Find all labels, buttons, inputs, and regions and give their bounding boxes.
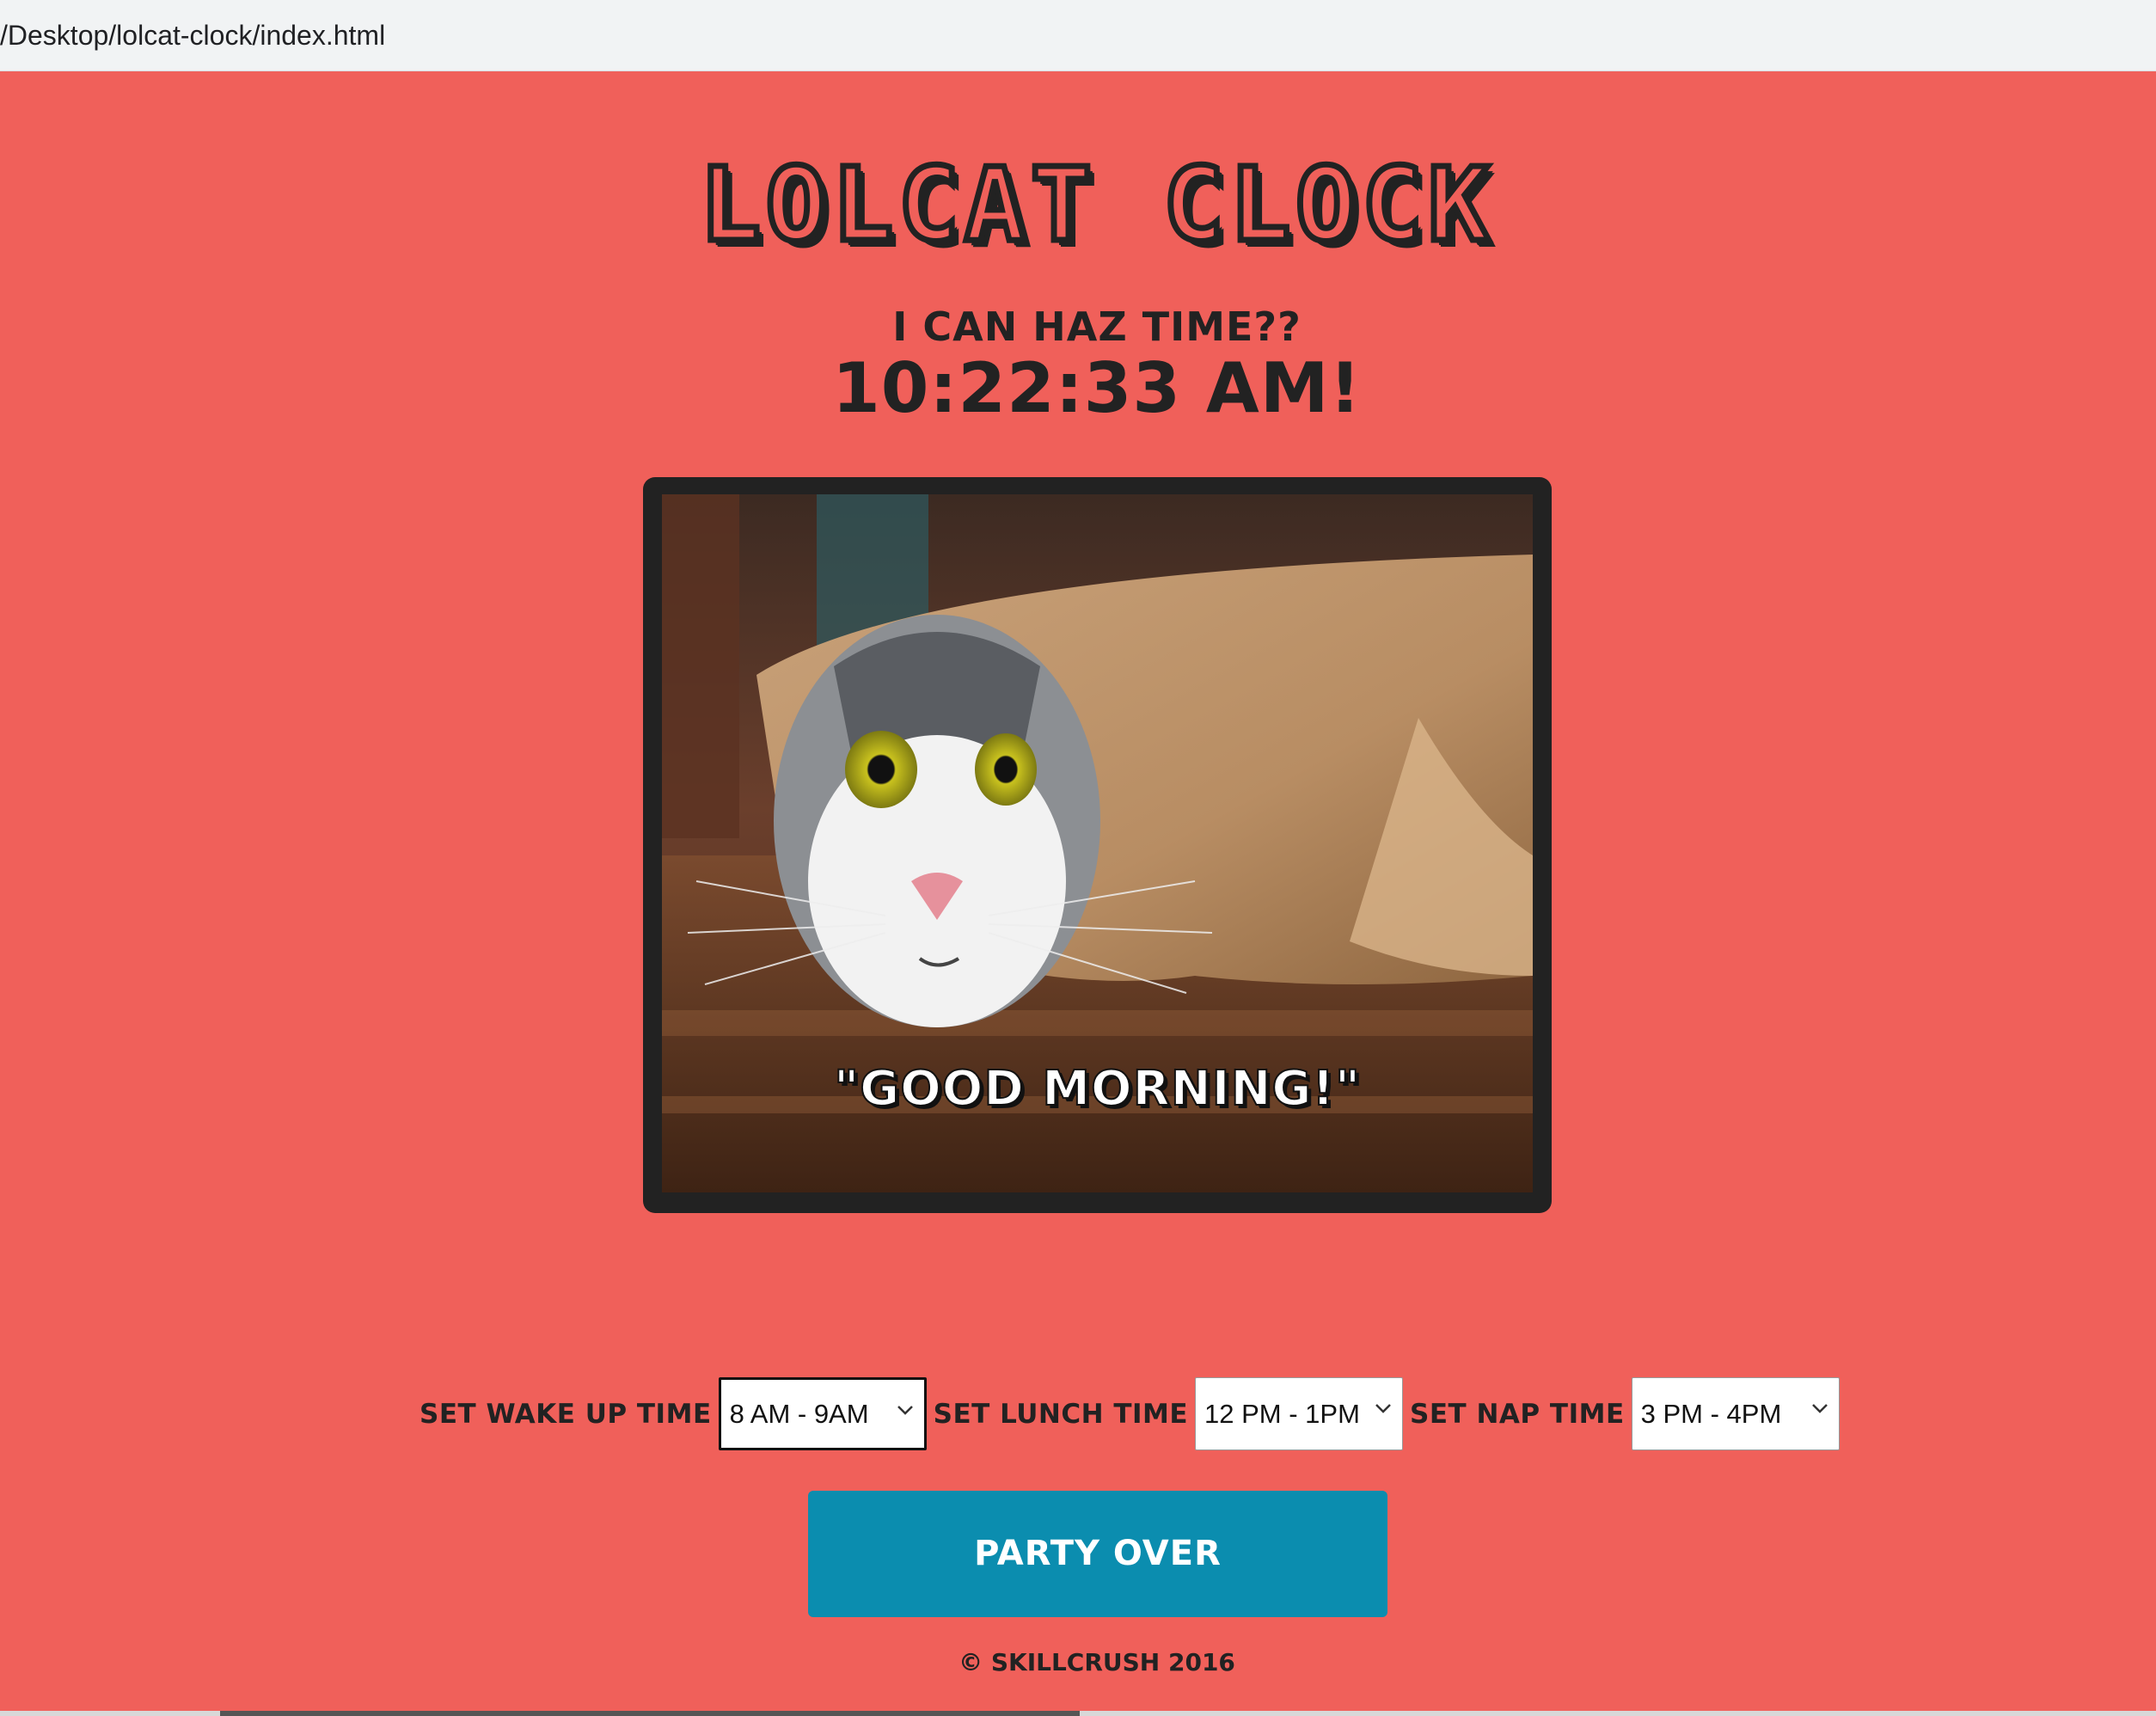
url-field[interactable]: /Desktop/lolcat-clock/index.html — [0, 7, 2156, 64]
lunch-time-label: Set Lunch Time — [933, 1398, 1189, 1430]
time-controls: Set Wake Up Time 8 AM - 9AM Set Lunch Ti… — [420, 1377, 1847, 1450]
page-body: Lolcat Clock I can haz time?? 10:22:33 A… — [0, 71, 2156, 1716]
lunch-time-select[interactable]: 12 PM - 1PM — [1195, 1377, 1404, 1450]
chevron-down-icon — [1811, 1378, 1828, 1414]
nap-time-label: Set Nap Time — [1410, 1398, 1625, 1430]
chevron-down-icon — [1375, 1378, 1392, 1414]
chevron-down-icon — [897, 1380, 914, 1416]
browser-address-bar: /Desktop/lolcat-clock/index.html — [0, 0, 2156, 71]
wake-time-label: Set Wake Up Time — [420, 1398, 712, 1430]
party-over-button[interactable]: Party Over — [808, 1491, 1387, 1617]
footer-copyright: © Skillcrush 2016 — [959, 1648, 1235, 1676]
bottom-scrollbar[interactable] — [0, 1711, 2156, 1716]
lunch-time-value: 12 PM - 1PM — [1204, 1399, 1360, 1429]
scrollbar-thumb[interactable] — [220, 1711, 1080, 1716]
page-subtitle: I can haz time?? — [892, 303, 1302, 350]
image-caption: "Good Morning!" — [833, 1060, 1362, 1118]
wake-time-select[interactable]: 8 AM - 9AM — [718, 1377, 927, 1450]
lolcat-image: "Good Morning!" — [662, 494, 1533, 1192]
lolcat-image-frame: "Good Morning!" — [643, 477, 1552, 1213]
clock-display: 10:22:33 AM! — [832, 348, 1362, 428]
nap-time-value: 3 PM - 4PM — [1640, 1399, 1782, 1429]
page-title: Lolcat Clock — [696, 145, 1495, 264]
nap-time-select[interactable]: 3 PM - 4PM — [1631, 1377, 1840, 1450]
wake-time-value: 8 AM - 9AM — [729, 1399, 869, 1429]
